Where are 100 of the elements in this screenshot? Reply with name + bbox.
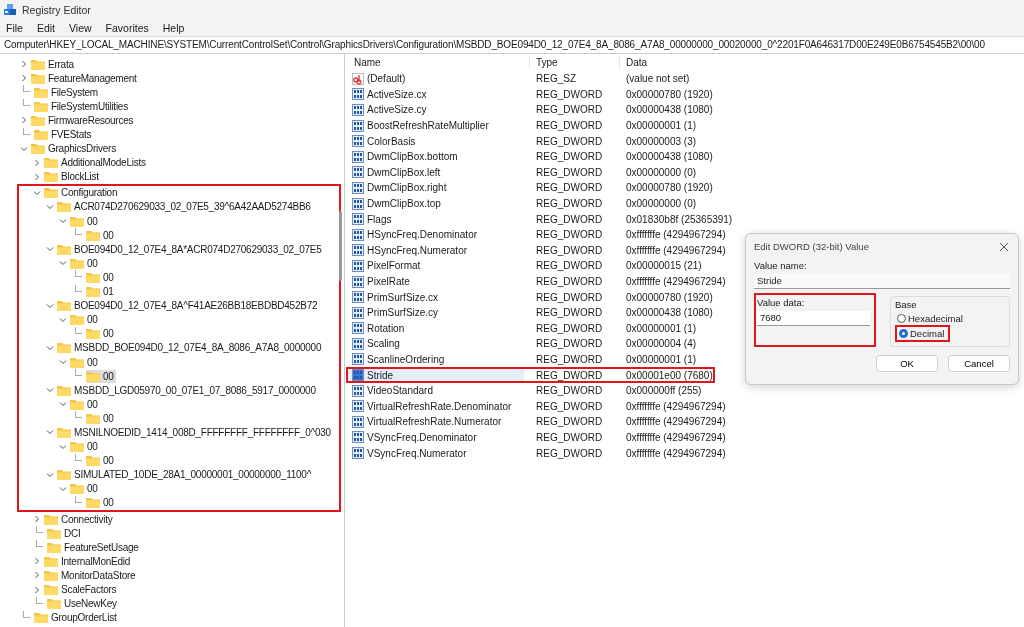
scrollbar-thumb[interactable]: [339, 211, 342, 281]
value-name-cell[interactable]: VirtualRefreshRate.Denominator: [348, 400, 524, 413]
tree-item[interactable]: FileSystem: [34, 85, 100, 99]
value-name-cell[interactable]: ActiveSize.cy: [348, 104, 524, 116]
value-name-cell[interactable]: HSyncFreq.Denominator: [348, 228, 524, 241]
tree-item[interactable]: 00: [86, 496, 116, 510]
tree-item[interactable]: Errata: [31, 57, 76, 71]
chevron-right-icon[interactable]: [33, 585, 41, 594]
column-header[interactable]: Data: [620, 57, 1024, 68]
tree-item[interactable]: 00: [70, 397, 100, 411]
value-name-cell[interactable]: VSyncFreq.Denominator: [348, 431, 524, 444]
chevron-down-icon[interactable]: [20, 144, 28, 153]
menu-item[interactable]: Edit: [36, 21, 55, 34]
menu-item[interactable]: File: [6, 21, 23, 34]
tree-item[interactable]: GroupOrderList: [34, 611, 119, 625]
tree-item[interactable]: Configuration: [44, 186, 120, 200]
value-name-cell[interactable]: Flags: [348, 213, 524, 226]
value-name-field[interactable]: Stride: [754, 274, 1010, 289]
tree-item[interactable]: InternalMonEdid: [44, 554, 133, 568]
radio-button[interactable]: [899, 329, 908, 338]
value-name-cell[interactable]: DwmClipBox.top: [348, 197, 524, 210]
chevron-right-icon[interactable]: [33, 172, 41, 181]
value-name-cell[interactable]: PrimSurfSize.cx: [348, 291, 524, 304]
radio-label[interactable]: Hexadecimal: [908, 313, 963, 324]
menu-item[interactable]: Help: [162, 21, 185, 34]
chevron-right-icon[interactable]: [33, 158, 41, 167]
value-name-cell[interactable]: BoostRefreshRateMultiplier: [348, 119, 524, 132]
tree-item[interactable]: 00: [70, 256, 100, 270]
tree-item[interactable]: 00: [86, 228, 116, 242]
tree-item[interactable]: 00: [70, 355, 100, 369]
value-name-cell[interactable]: Scaling: [348, 337, 524, 350]
chevron-right-icon[interactable]: [20, 60, 28, 69]
tree-item[interactable]: MonitorDataStore: [44, 568, 138, 582]
column-header[interactable]: Name: [348, 57, 530, 68]
value-name-cell[interactable]: ActiveSize.cx: [348, 88, 524, 101]
value-name-cell[interactable]: VirtualRefreshRate.Numerator: [348, 415, 524, 428]
tree-item[interactable]: BOE094D0_12_07E4_8A*ACR074D270629033_02_07E5: [57, 242, 324, 256]
tree-item[interactable]: FeatureManagement: [31, 71, 139, 85]
chevron-down-icon[interactable]: [59, 315, 67, 324]
value-name-cell[interactable]: PixelFormat: [348, 259, 524, 272]
tree-item[interactable]: 00: [86, 270, 116, 284]
tree-item[interactable]: 00: [70, 313, 100, 327]
tree-item[interactable]: DCI: [47, 526, 83, 540]
chevron-down-icon[interactable]: [33, 188, 41, 197]
chevron-down-icon[interactable]: [59, 442, 67, 451]
chevron-down-icon[interactable]: [59, 400, 67, 409]
chevron-down-icon[interactable]: [59, 259, 67, 268]
ok-button[interactable]: OK: [876, 355, 938, 372]
menu-item[interactable]: View: [69, 21, 92, 34]
value-name-cell[interactable]: DwmClipBox.left: [348, 166, 524, 179]
menu-item[interactable]: Favorites: [105, 21, 149, 34]
tree-item[interactable]: 01: [86, 285, 116, 299]
chevron-down-icon[interactable]: [46, 343, 54, 352]
chevron-down-icon[interactable]: [46, 245, 54, 254]
tree-item[interactable]: 00: [86, 411, 116, 425]
tree-item[interactable]: UseNewKey: [47, 597, 119, 611]
chevron-down-icon[interactable]: [46, 470, 54, 479]
tree-item[interactable]: GraphicsDrivers: [31, 142, 118, 156]
close-icon[interactable]: [999, 241, 1009, 252]
radio-label[interactable]: Decimal: [910, 328, 945, 339]
radio-button[interactable]: [897, 314, 906, 323]
value-name-cell[interactable]: HSyncFreq.Numerator: [348, 244, 524, 257]
value-name-cell[interactable]: ColorBasis: [348, 135, 524, 148]
chevron-right-icon[interactable]: [33, 571, 41, 580]
tree-item[interactable]: 00: [70, 482, 100, 496]
value-name-cell[interactable]: DwmClipBox.right: [348, 181, 524, 194]
tree-item[interactable]: 00: [86, 327, 116, 341]
chevron-down-icon[interactable]: [46, 203, 54, 211]
value-name-cell[interactable]: Stride: [348, 369, 524, 382]
tree-item[interactable]: 00: [70, 440, 100, 454]
chevron-down-icon[interactable]: [59, 484, 67, 493]
chevron-right-icon[interactable]: [20, 116, 28, 125]
tree-item[interactable]: ScaleFactors: [44, 583, 119, 596]
value-name-cell[interactable]: PixelRate: [348, 275, 524, 288]
tree-item[interactable]: BOE094D0_12_07E4_8A^F41AE26BB18EBDBD452B72: [57, 299, 320, 313]
column-header[interactable]: Type: [530, 57, 620, 68]
value-data-field[interactable]: 7680: [757, 311, 870, 326]
value-name-cell[interactable]: VideoStandard: [348, 384, 524, 397]
value-name-cell[interactable]: VSyncFreq.Numerator: [348, 447, 524, 460]
chevron-right-icon[interactable]: [33, 557, 41, 566]
value-name-cell[interactable]: DwmClipBox.bottom: [348, 150, 524, 163]
chevron-down-icon[interactable]: [46, 301, 54, 310]
chevron-down-icon[interactable]: [59, 358, 67, 366]
chevron-down-icon[interactable]: [46, 386, 54, 395]
tree-item[interactable]: MSBDD_LGD05970_00_07E1_07_8086_5917_0000000: [57, 383, 318, 397]
value-name-cell[interactable]: (Default): [348, 72, 524, 85]
chevron-right-icon[interactable]: [20, 74, 28, 83]
value-name-cell[interactable]: ScanlineOrdering: [348, 353, 524, 366]
chevron-down-icon[interactable]: [46, 428, 54, 437]
tree-item[interactable]: ACR074D270629033_02_07E5_39^6A42AAD5274BB6: [57, 200, 313, 214]
tree-item[interactable]: FileSystemUtilities: [34, 99, 130, 113]
value-name-cell[interactable]: PrimSurfSize.cy: [348, 306, 524, 319]
tree-item[interactable]: MSNILNOEDID_1414_008D_FFFFFFFF_FFFFFFFF_0^030: [57, 426, 333, 439]
tree-item[interactable]: FirmwareResources: [31, 113, 136, 127]
address-bar[interactable]: Computer\HKEY_LOCAL_MACHINE\SYSTEM\CurrentControlSet\Control\GraphicsDrivers\Configuration\MSBDD_BOE094D0_12_07E4_8A_8086_A7A8_00000000_00020000_0^2201F0A646317D00E249E0B6754545B2\00\00: [0, 36, 1024, 54]
tree-item[interactable]: AdditionalModeLists: [44, 156, 148, 170]
tree-item[interactable]: MSBDD_BOE094D0_12_07E4_8A_8086_A7A8_0000000: [57, 341, 324, 355]
chevron-right-icon[interactable]: [33, 515, 41, 524]
tree-item[interactable]: SIMULATED_10DE_28A1_00000001_00000000_1100^: [57, 468, 314, 482]
tree-item[interactable]: 00: [70, 214, 100, 228]
